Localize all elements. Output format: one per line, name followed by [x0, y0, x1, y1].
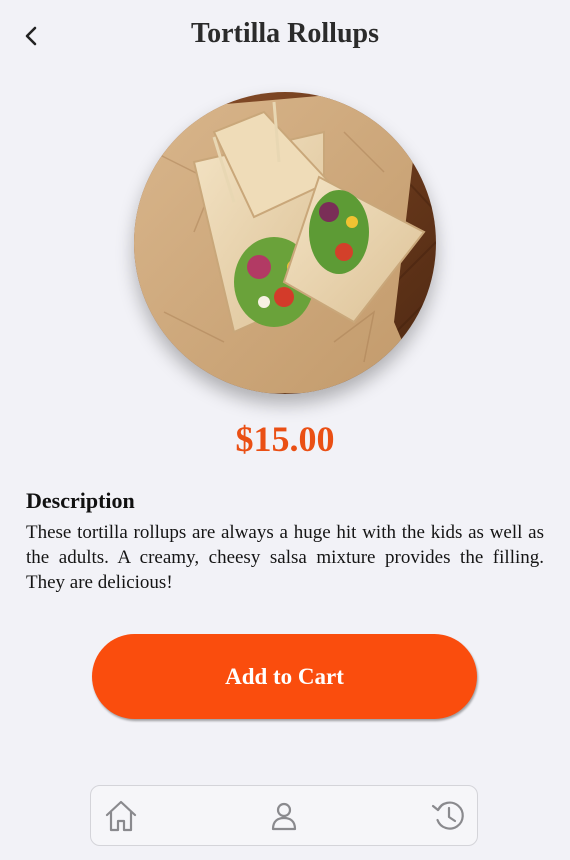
- description-heading: Description: [26, 488, 135, 513]
- add-to-cart-button[interactable]: Add to Cart: [92, 634, 477, 719]
- product-price: $15.00: [235, 419, 335, 459]
- header: Tortilla Rollups: [0, 0, 570, 72]
- user-icon: [271, 802, 297, 831]
- page-title: Tortilla Rollups: [190, 18, 379, 49]
- nav-profile-button[interactable]: [264, 796, 304, 836]
- nav-home-button[interactable]: [101, 796, 141, 836]
- home-icon: [105, 800, 137, 832]
- description-text: These tortilla rollups are always a huge…: [26, 522, 544, 593]
- history-icon: [431, 801, 464, 830]
- bottom-nav: [90, 785, 478, 846]
- nav-history-button[interactable]: [429, 796, 469, 836]
- product-image: [134, 92, 436, 394]
